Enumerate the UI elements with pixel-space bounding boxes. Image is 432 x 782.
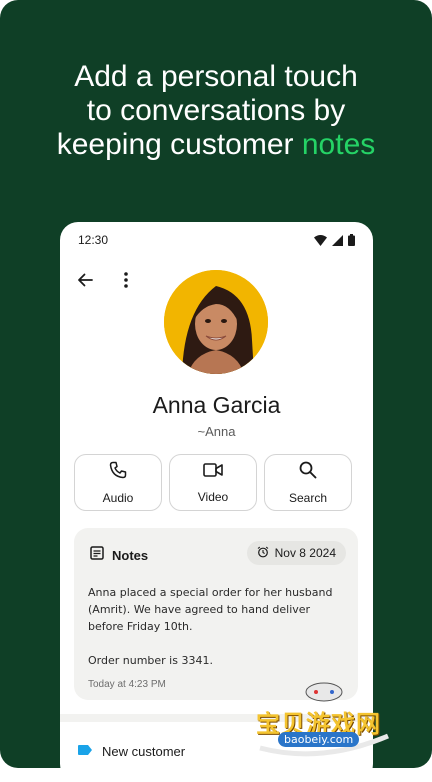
watermark-logo: 宝贝游戏网 baobeiy.com bbox=[252, 680, 402, 760]
wifi-icon bbox=[314, 234, 327, 246]
label-text: New customer bbox=[102, 743, 186, 759]
video-label: Video bbox=[197, 489, 229, 504]
watermark-url: baobeiy.com bbox=[278, 732, 360, 747]
search-label: Search bbox=[288, 490, 328, 505]
headline-line-3-prefix: keeping customer bbox=[56, 128, 302, 161]
headline-line-1: Add a personal touch bbox=[74, 60, 358, 93]
status-time: 12:30 bbox=[78, 233, 109, 247]
audio-label: Audio bbox=[102, 490, 134, 505]
status-bar: 12:30 bbox=[60, 222, 373, 258]
action-buttons: Audio Video Search bbox=[74, 454, 352, 511]
signal-icon bbox=[332, 234, 343, 246]
reminder-chip[interactable]: Nov 8 2024 bbox=[246, 541, 346, 565]
notes-title: Notes bbox=[112, 548, 149, 563]
headline-line-3: keeping customer notes bbox=[20, 128, 412, 162]
video-call-button[interactable]: Video bbox=[169, 454, 257, 511]
headline-line-2: to conversations by bbox=[86, 94, 346, 127]
note-icon bbox=[90, 546, 104, 565]
back-button[interactable] bbox=[71, 268, 99, 296]
contact-pushname: ~Anna bbox=[197, 424, 236, 439]
search-icon bbox=[299, 461, 317, 484]
label-new-customer[interactable]: New customer bbox=[78, 742, 185, 760]
note-timestamp: Today at 4:23 PM bbox=[88, 679, 166, 690]
more-vertical-icon bbox=[124, 271, 128, 293]
notes-card[interactable]: Notes Nov 8 2024 Anna placed a special o… bbox=[74, 528, 358, 700]
label-tag-icon bbox=[78, 742, 92, 760]
battery-icon bbox=[348, 234, 355, 246]
headline-accent-word: notes bbox=[301, 128, 376, 161]
alarm-clock-icon bbox=[257, 546, 269, 561]
search-button[interactable]: Search bbox=[264, 454, 352, 511]
note-text-2: Order number is 3341. bbox=[88, 654, 213, 667]
audio-call-button[interactable]: Audio bbox=[74, 454, 162, 511]
phone-icon bbox=[109, 461, 127, 484]
note-body: Anna placed a special order for her husb… bbox=[88, 584, 346, 669]
back-arrow-icon bbox=[77, 272, 93, 293]
promo-headline: Add a personal touch to conversations by… bbox=[20, 60, 412, 162]
video-camera-icon bbox=[203, 462, 223, 483]
notes-header: Notes bbox=[90, 546, 148, 565]
more-options-button[interactable] bbox=[112, 268, 140, 296]
contact-avatar[interactable] bbox=[164, 270, 268, 374]
reminder-date: Nov 8 2024 bbox=[274, 546, 336, 560]
contact-name: Anna Garcia bbox=[152, 392, 281, 418]
status-icons bbox=[314, 234, 355, 246]
note-text-1: Anna placed a special order for her husb… bbox=[88, 586, 333, 633]
